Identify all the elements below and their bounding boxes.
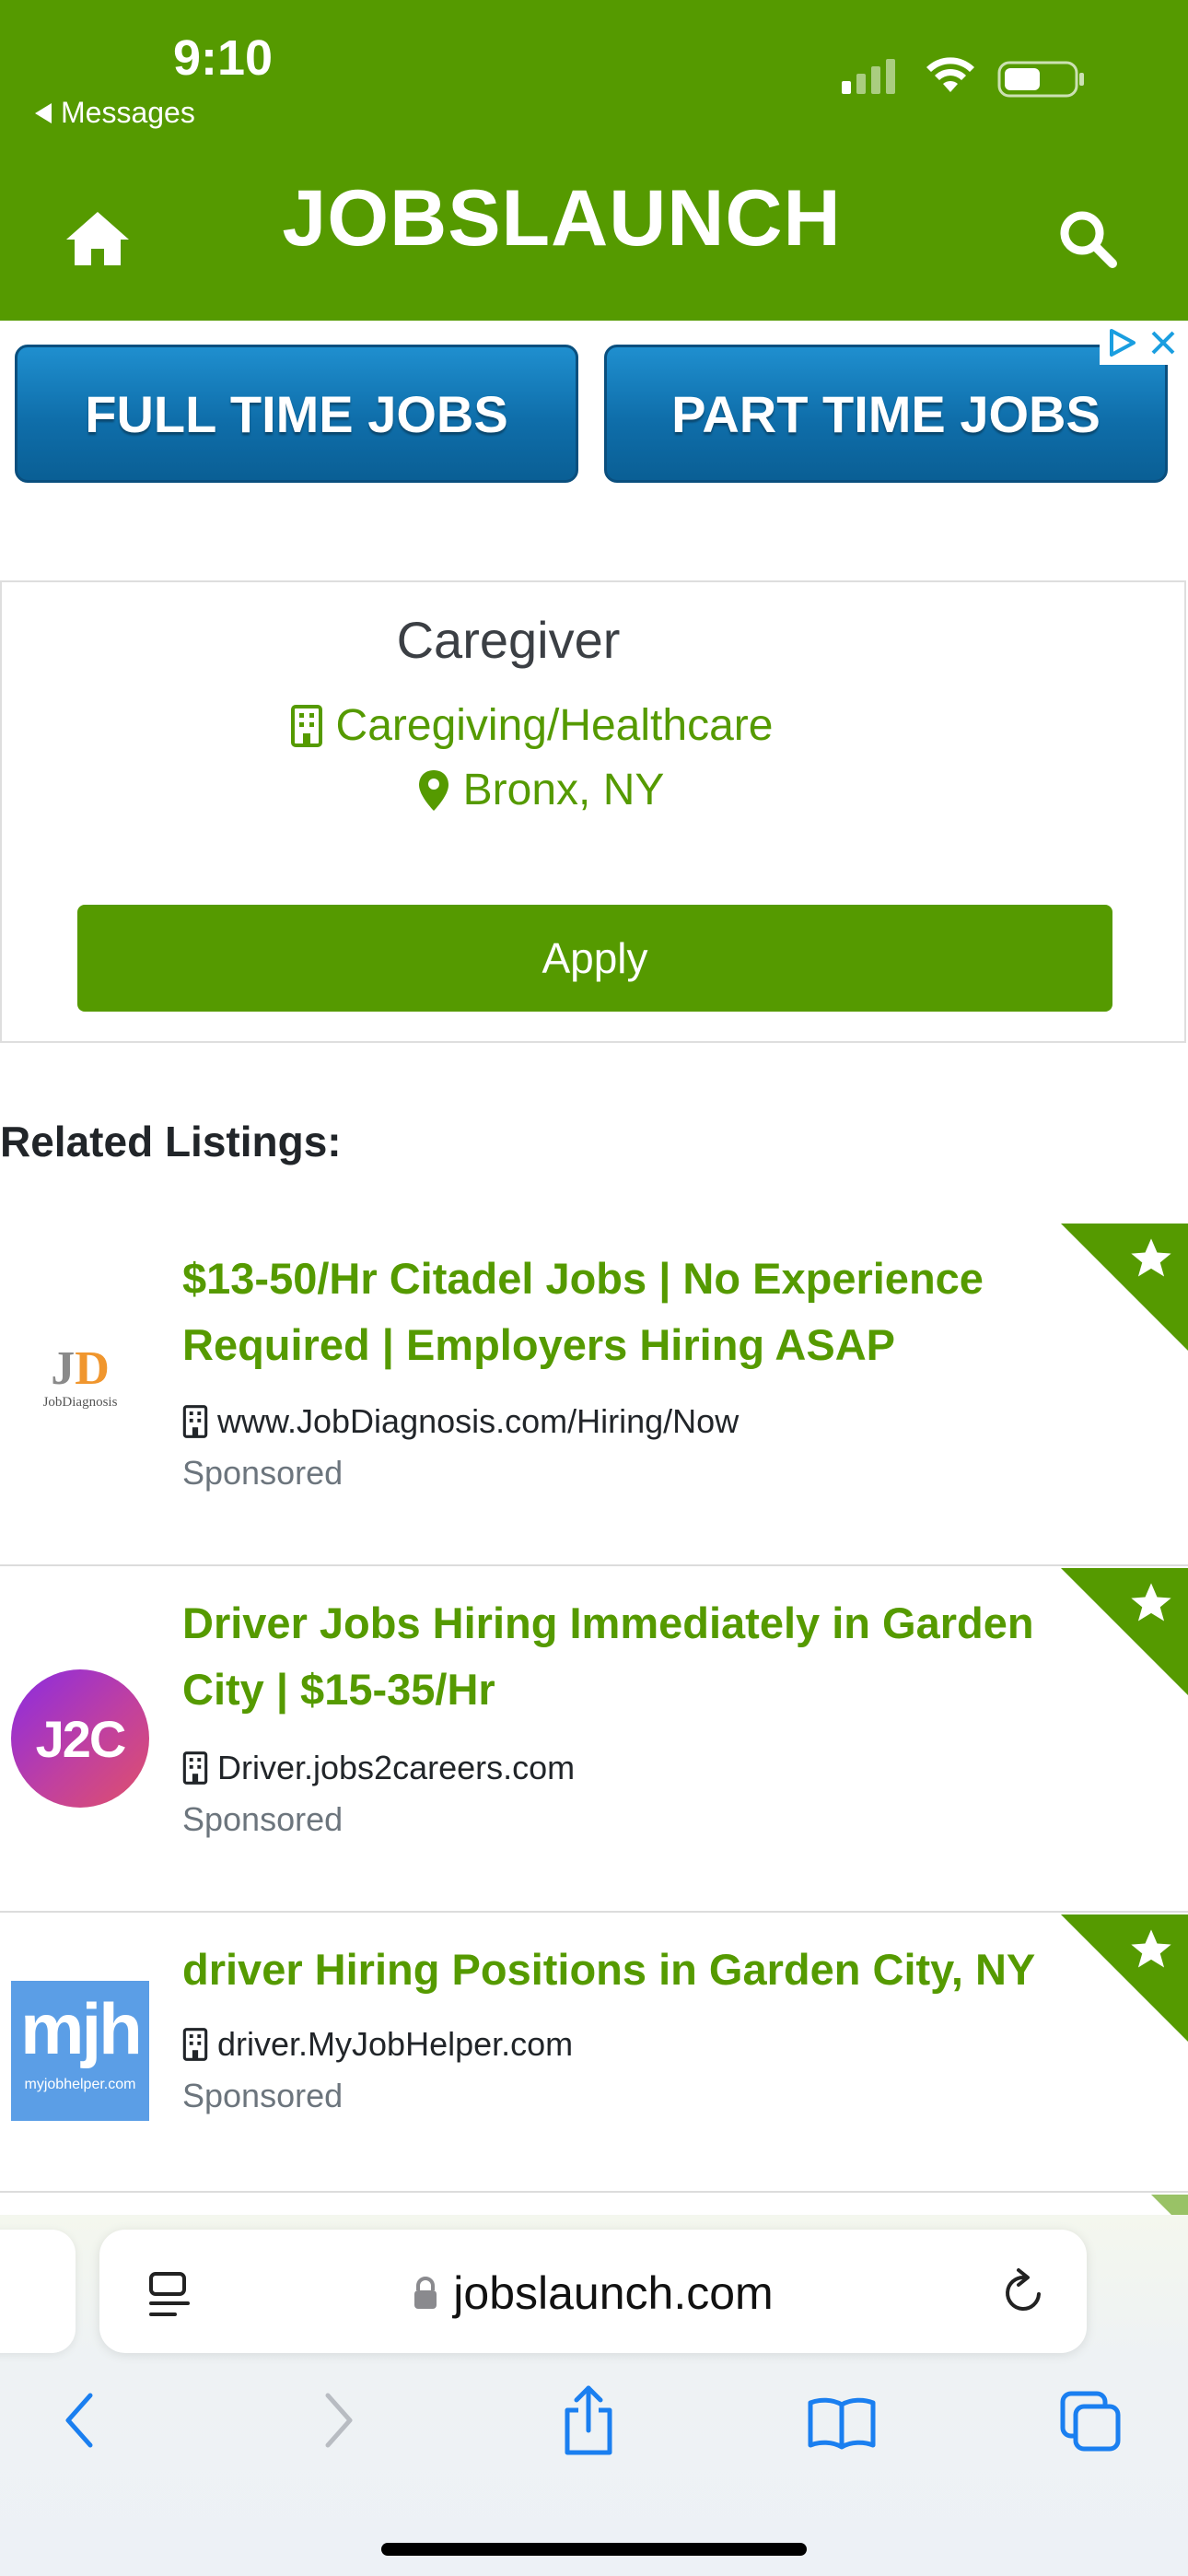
bookmarks-icon[interactable] bbox=[807, 2395, 877, 2451]
building-icon bbox=[182, 1405, 208, 1438]
building-icon bbox=[290, 704, 322, 747]
app-header: 9:10 Messages JOBSLAUNCH bbox=[0, 0, 1188, 321]
listing-title[interactable]: $13-50/Hr Citadel Jobs | No Experience R… bbox=[182, 1246, 1066, 1378]
battery-icon bbox=[997, 61, 1084, 98]
wifi-icon bbox=[926, 57, 974, 92]
myjobhelper-logo: mjh myjobhelper.com bbox=[11, 1981, 149, 2121]
map-pin-icon bbox=[418, 769, 448, 811]
jobdiagnosis-logo: JD JobDiagnosis bbox=[11, 1343, 149, 1454]
previous-tab-peek[interactable] bbox=[0, 2230, 76, 2353]
building-icon bbox=[182, 1751, 208, 1785]
job-category-label: Caregiving/Healthcare bbox=[335, 701, 774, 750]
listing-title[interactable]: driver Hiring Positions in Garden City, … bbox=[182, 1937, 1066, 2003]
star-icon[interactable] bbox=[1127, 1926, 1175, 1973]
star-icon[interactable] bbox=[1127, 1579, 1175, 1627]
listing-source-text: Driver.jobs2careers.com bbox=[217, 1749, 576, 1786]
share-icon[interactable] bbox=[560, 2384, 617, 2456]
apply-button[interactable]: Apply bbox=[77, 905, 1112, 1012]
sponsored-label: Sponsored bbox=[182, 1800, 344, 1838]
home-indicator[interactable] bbox=[381, 2543, 807, 2556]
status-time: 9:10 bbox=[173, 30, 274, 86]
jobs2careers-logo: J2C bbox=[11, 1669, 149, 1808]
back-arrow-icon bbox=[35, 102, 52, 123]
job-category[interactable]: Caregiving/Healthcare bbox=[2, 700, 1061, 751]
full-time-jobs-ad-button[interactable]: FULL TIME JOBS bbox=[15, 345, 578, 483]
listing-source-text: www.JobDiagnosis.com/Hiring/Now bbox=[217, 1402, 740, 1440]
back-to-messages[interactable]: Messages bbox=[35, 96, 195, 130]
back-icon[interactable] bbox=[61, 2390, 98, 2451]
logo-jd-j: J bbox=[51, 1342, 76, 1395]
job-location-label: Bronx, NY bbox=[462, 766, 665, 814]
sponsored-label: Sponsored bbox=[182, 1454, 344, 1492]
logo-sub: myjobhelper.com bbox=[24, 2077, 136, 2092]
job-location[interactable]: Bronx, NY bbox=[2, 765, 1079, 815]
back-label: Messages bbox=[61, 96, 195, 129]
logo-text: J2C bbox=[35, 1709, 127, 1768]
ad-close-icon[interactable] bbox=[1149, 329, 1177, 357]
logo-text: mjh bbox=[20, 1988, 143, 2069]
job-detail-card: Caregiver Caregiving/Healthcare Bronx, N… bbox=[0, 580, 1186, 1043]
browser-chrome: jobslaunch.com bbox=[0, 2215, 1188, 2576]
search-icon[interactable] bbox=[1057, 208, 1118, 269]
listing-source-text: driver.MyJobHelper.com bbox=[217, 2025, 574, 2063]
tabs-icon[interactable] bbox=[1059, 2390, 1124, 2454]
building-icon bbox=[182, 2028, 208, 2061]
logo-sub: JobDiagnosis bbox=[42, 1395, 118, 1410]
related-listing[interactable]: mjh myjobhelper.com driver Hiring Positi… bbox=[0, 1914, 1188, 2193]
related-listing[interactable]: JD JobDiagnosis $13-50/Hr Citadel Jobs |… bbox=[0, 1224, 1188, 1566]
ad-banner: FULL TIME JOBS PART TIME JOBS bbox=[0, 321, 1188, 533]
listing-source: driver.MyJobHelper.com bbox=[182, 2025, 573, 2064]
sponsored-label: Sponsored bbox=[182, 2077, 344, 2114]
url-display[interactable]: jobslaunch.com bbox=[99, 2266, 1087, 2320]
job-title: Caregiver bbox=[396, 611, 621, 669]
star-icon[interactable] bbox=[1127, 1235, 1175, 1282]
related-listing[interactable]: J2C Driver Jobs Hiring Immediately in Ga… bbox=[0, 1568, 1188, 1913]
forward-icon[interactable] bbox=[320, 2390, 357, 2451]
address-bar[interactable]: jobslaunch.com bbox=[99, 2230, 1087, 2353]
listing-title[interactable]: Driver Jobs Hiring Immediately in Garden… bbox=[182, 1590, 1066, 1723]
ad-choices[interactable] bbox=[1100, 321, 1182, 365]
cellular-signal-icon bbox=[842, 59, 895, 94]
reload-icon[interactable] bbox=[1000, 2266, 1048, 2318]
brand-title[interactable]: JOBSLAUNCH bbox=[0, 173, 1124, 264]
part-time-jobs-ad-button[interactable]: PART TIME JOBS bbox=[604, 345, 1168, 483]
listing-source: Driver.jobs2careers.com bbox=[182, 1749, 575, 1787]
listing-source: www.JobDiagnosis.com/Hiring/Now bbox=[182, 1402, 739, 1441]
url-text: jobslaunch.com bbox=[453, 2267, 774, 2319]
home-icon[interactable] bbox=[64, 208, 131, 267]
related-listings-heading: Related Listings: bbox=[0, 1118, 342, 1165]
ad-info-icon[interactable] bbox=[1106, 327, 1137, 358]
lock-icon bbox=[414, 2277, 437, 2309]
logo-jd-d: D bbox=[75, 1342, 110, 1395]
